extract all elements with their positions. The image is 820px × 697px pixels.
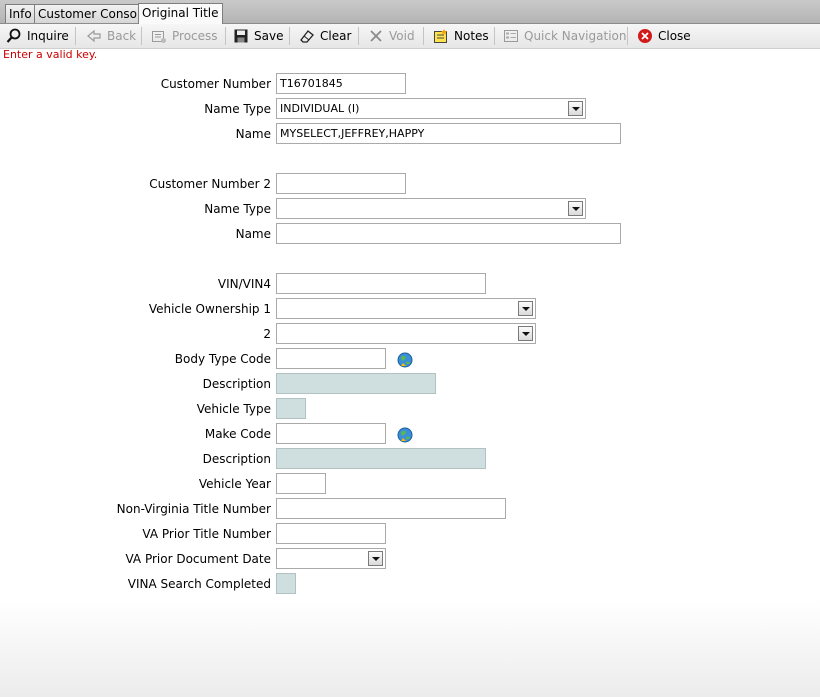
vehicle-ownership-2-select[interactable] (276, 323, 536, 344)
vehicle-year-label: Vehicle Year (198, 477, 271, 491)
make-description-label: Description (202, 452, 271, 466)
vin-label: VIN/VIN4 (217, 277, 271, 291)
vehicle-type-field (276, 398, 306, 419)
name-type-2-label: Name Type (204, 202, 271, 216)
tab-original-title[interactable]: Original Title (138, 3, 223, 24)
inquire-button[interactable]: Inquire (6, 26, 69, 46)
save-label: Save (254, 29, 284, 43)
non-va-title-number-label: Non-Virginia Title Number (116, 502, 271, 516)
back-label: Back (107, 29, 137, 43)
process-label: Process (172, 29, 218, 43)
close-circle-icon (637, 28, 653, 44)
error-message: Enter a valid key. (3, 48, 98, 61)
navigation-list-icon (503, 28, 519, 44)
make-description-field (276, 448, 486, 469)
customer-number-2-field[interactable] (276, 173, 406, 194)
back-arrow-icon (86, 28, 102, 44)
globe-lookup-icon[interactable] (397, 427, 413, 443)
process-button[interactable]: Process (151, 26, 218, 46)
name-type-2-select[interactable] (276, 198, 586, 219)
customer-number-field[interactable]: T16701845 (276, 73, 406, 94)
close-button[interactable]: Close (637, 26, 691, 46)
tab-customer-console[interactable]: Customer Console (34, 4, 152, 23)
tab-info[interactable]: Info (5, 4, 36, 23)
va-prior-document-date-picker[interactable] (276, 548, 386, 569)
vina-search-completed-label: VINA Search Completed (127, 577, 271, 591)
chevron-down-icon[interactable] (368, 551, 383, 566)
name-field[interactable]: MYSELECT,JEFFREY,HAPPY (276, 123, 621, 144)
inquire-label: Inquire (27, 29, 69, 43)
name-type-select[interactable]: INDIVIDUAL (I) (276, 98, 586, 119)
name-type-label: Name Type (204, 102, 271, 116)
customer-number-label: Customer Number (160, 77, 271, 91)
body-type-code-field[interactable] (276, 348, 386, 369)
toolbar: Inquire Back Process Save Clear Void Not… (0, 24, 820, 49)
make-code-field[interactable] (276, 423, 386, 444)
bottom-fade (0, 600, 820, 697)
clear-label: Clear (320, 29, 352, 43)
chevron-down-icon[interactable] (568, 201, 583, 216)
eraser-icon (299, 28, 315, 44)
vehicle-ownership-1-label: Vehicle Ownership 1 (148, 302, 271, 316)
magnifier-icon (6, 28, 22, 44)
chevron-down-icon[interactable] (568, 101, 583, 116)
close-label: Close (658, 29, 691, 43)
va-prior-title-number-field[interactable] (276, 523, 386, 544)
tab-bar: Info Customer Console Original Title (0, 0, 820, 24)
globe-lookup-icon[interactable] (397, 352, 413, 368)
void-button[interactable]: Void (368, 26, 415, 46)
chevron-down-icon[interactable] (518, 301, 533, 316)
name-label: Name (235, 127, 271, 141)
body-description-label: Description (202, 377, 271, 391)
sticky-note-icon (433, 28, 449, 44)
void-label: Void (389, 29, 415, 43)
vina-search-completed-field (276, 573, 296, 594)
vehicle-ownership-2-label: 2 (263, 327, 271, 341)
quick-navigation-button[interactable]: Quick Navigation (503, 26, 626, 46)
notes-button[interactable]: Notes (433, 26, 489, 46)
vehicle-year-field[interactable] (276, 473, 326, 494)
notes-label: Notes (454, 29, 489, 43)
customer-number-2-label: Customer Number 2 (149, 177, 271, 191)
clear-button[interactable]: Clear (299, 26, 351, 46)
name-2-field[interactable] (276, 223, 621, 244)
x-icon (368, 28, 384, 44)
non-va-title-number-field[interactable] (276, 498, 506, 519)
va-prior-document-date-label: VA Prior Document Date (125, 552, 271, 566)
vin-field[interactable] (276, 273, 486, 294)
vehicle-ownership-1-select[interactable] (276, 298, 536, 319)
va-prior-title-number-label: VA Prior Title Number (142, 527, 271, 541)
name-type-value: INDIVIDUAL (I) (280, 102, 360, 115)
vehicle-type-label: Vehicle Type (196, 402, 271, 416)
floppy-disk-icon (233, 28, 249, 44)
name-2-label: Name (235, 227, 271, 241)
back-button[interactable]: Back (86, 26, 136, 46)
body-type-code-label: Body Type Code (174, 352, 271, 366)
quick-navigation-label: Quick Navigation (524, 29, 627, 43)
save-button[interactable]: Save (233, 26, 283, 46)
chevron-down-icon[interactable] (518, 326, 533, 341)
process-icon (151, 28, 167, 44)
make-code-label: Make Code (204, 427, 271, 441)
body-description-field (276, 373, 436, 394)
